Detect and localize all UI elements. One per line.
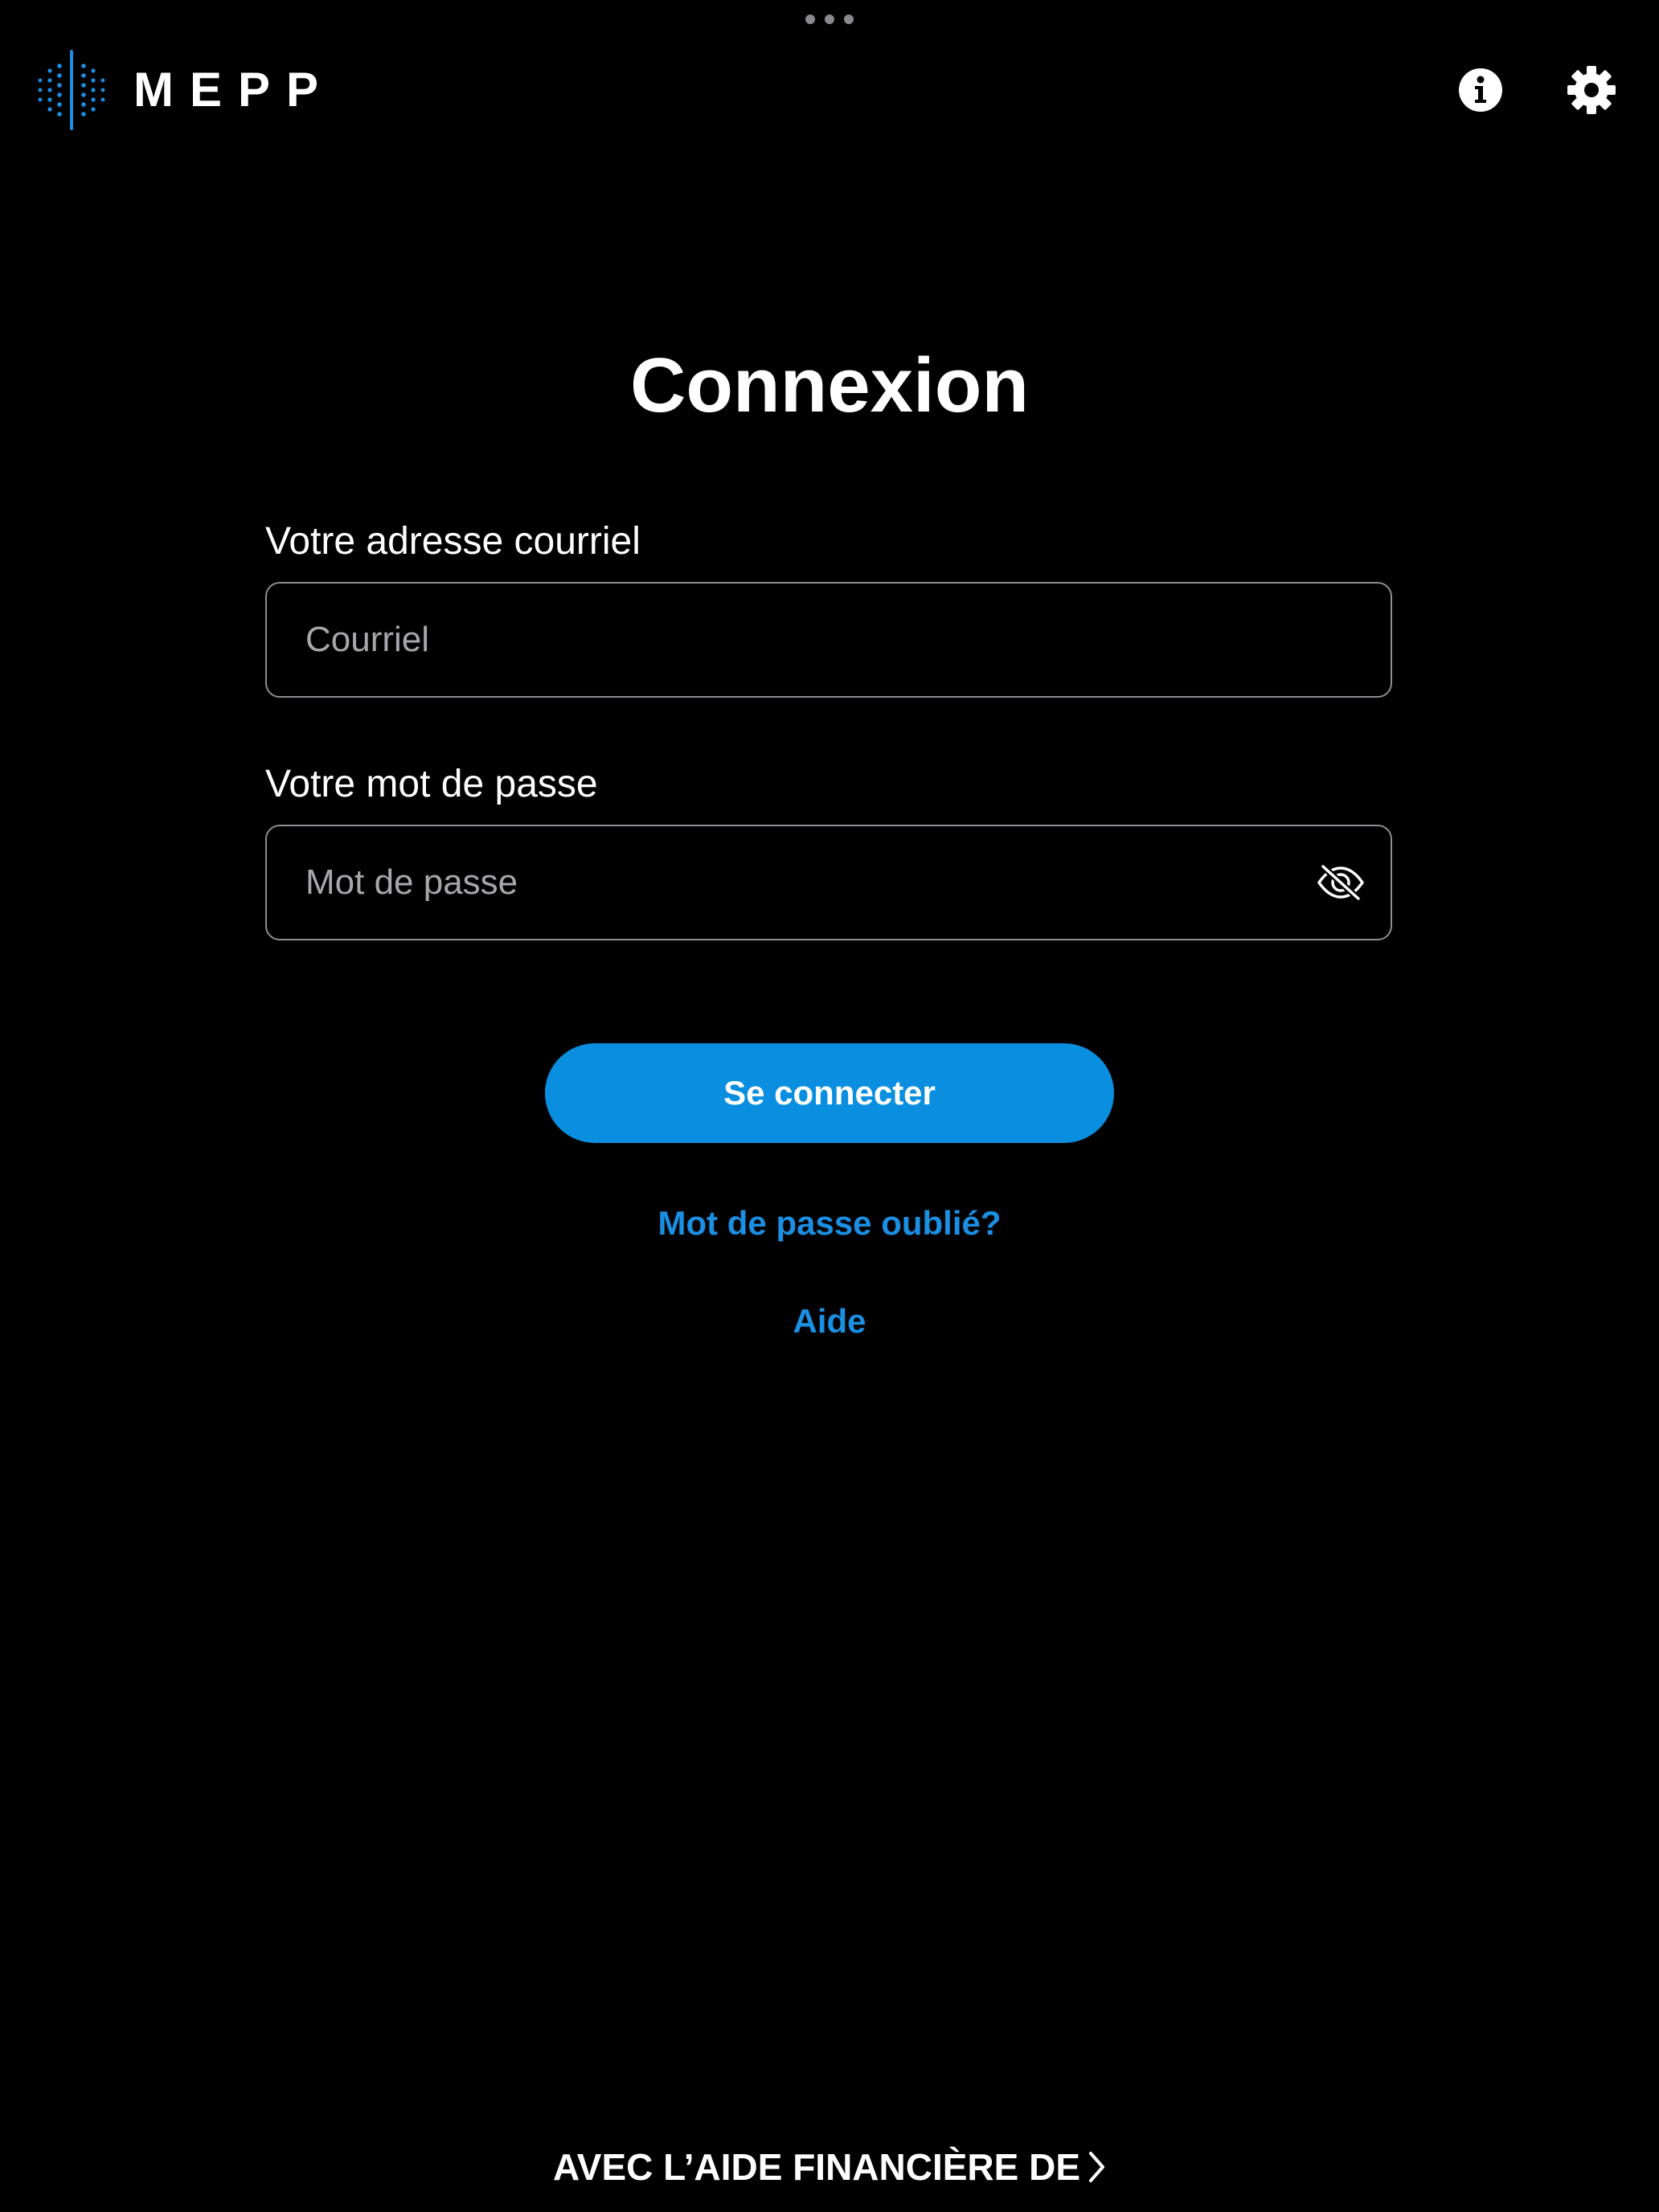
financial-support-label: AVEC L’AIDE FINANCIÈRE DE	[553, 2146, 1080, 2188]
dot-icon	[805, 14, 815, 24]
dot-icon	[825, 14, 834, 24]
help-link[interactable]: Aide	[793, 1302, 866, 1340]
help-link-row: Aide	[0, 1299, 1659, 1344]
forgot-password-link[interactable]: Mot de passe oublié?	[657, 1204, 1001, 1242]
multitasking-handle[interactable]	[805, 13, 854, 26]
password-field-container	[265, 825, 1392, 940]
forgot-password-link-row: Mot de passe oublié?	[0, 1201, 1659, 1246]
info-button[interactable]	[1455, 64, 1506, 116]
app-logo: MEPP	[37, 48, 334, 132]
logo-wordmark: MEPP	[133, 63, 335, 117]
info-circle-icon	[1459, 68, 1502, 112]
settings-button[interactable]	[1566, 64, 1617, 116]
gear-icon	[1567, 66, 1616, 114]
email-field[interactable]	[305, 584, 1302, 696]
logo-mark-icon	[38, 50, 105, 130]
chevron-right-icon	[1088, 2151, 1106, 2183]
dot-icon	[844, 14, 854, 24]
eye-slash-icon	[1317, 865, 1364, 900]
password-visibility-toggle[interactable]	[1315, 858, 1366, 907]
financial-support-link[interactable]: AVEC L’AIDE FINANCIÈRE DE	[0, 2143, 1659, 2191]
login-button[interactable]: Se connecter	[545, 1043, 1114, 1143]
password-field[interactable]	[305, 826, 1302, 939]
password-label: Votre mot de passe	[265, 763, 598, 805]
page-title: Connexion	[630, 342, 1029, 428]
email-label: Votre adresse courriel	[265, 520, 641, 563]
email-field-container	[265, 582, 1392, 698]
